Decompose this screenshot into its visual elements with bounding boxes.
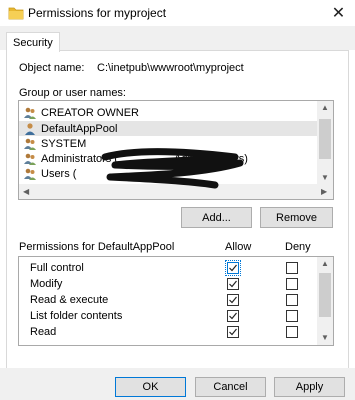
permissions-vertical-scrollbar[interactable]: ▲ ▼ bbox=[317, 257, 333, 345]
window-title: Permissions for myproject bbox=[28, 6, 167, 20]
table-row: Modify bbox=[19, 276, 317, 292]
user-list-vertical-scrollbar[interactable]: ▲ ▼ bbox=[317, 101, 333, 185]
scroll-down-icon[interactable]: ▼ bbox=[321, 333, 329, 342]
permission-name: Read bbox=[30, 326, 57, 338]
scroll-down-icon[interactable]: ▼ bbox=[321, 173, 329, 182]
scroll-thumb[interactable] bbox=[319, 119, 331, 159]
scroll-up-icon[interactable]: ▲ bbox=[321, 103, 329, 112]
remove-button[interactable]: Remove bbox=[260, 207, 333, 228]
scroll-left-icon[interactable]: ◀ bbox=[23, 187, 29, 196]
allow-checkbox[interactable] bbox=[227, 326, 239, 338]
deny-column-header: Deny bbox=[285, 241, 311, 253]
table-row: Read bbox=[19, 324, 317, 340]
table-row: Read & execute bbox=[19, 292, 317, 308]
allow-checkbox[interactable] bbox=[227, 294, 239, 306]
scroll-up-icon[interactable]: ▲ bbox=[321, 259, 329, 268]
deny-checkbox[interactable] bbox=[286, 310, 298, 322]
user-icon bbox=[25, 122, 35, 135]
group-icon bbox=[24, 138, 36, 150]
checkmark-icon bbox=[229, 280, 237, 288]
folder-icon bbox=[8, 7, 24, 20]
deny-checkbox[interactable] bbox=[286, 262, 298, 274]
allow-column-header: Allow bbox=[225, 241, 252, 253]
checkmark-icon bbox=[229, 328, 237, 336]
permissions-header: Permissions for DefaultAppPool bbox=[19, 241, 175, 253]
group-icon bbox=[24, 153, 36, 165]
apply-button[interactable]: Apply bbox=[274, 377, 345, 397]
user-name: DefaultAppPool bbox=[41, 122, 118, 135]
cancel-button[interactable]: Cancel bbox=[195, 377, 266, 397]
object-name-label: Object name: bbox=[19, 62, 85, 74]
deny-checkbox[interactable] bbox=[286, 326, 298, 338]
table-row: Full control bbox=[19, 260, 317, 276]
user-name: Users ( bbox=[41, 167, 77, 180]
add-button[interactable]: Add... bbox=[181, 207, 252, 228]
tab-security-label: Security bbox=[13, 36, 53, 49]
permission-name: Read & execute bbox=[30, 294, 109, 306]
group-user-names-label: Group or user names: bbox=[19, 87, 126, 99]
deny-checkbox[interactable] bbox=[286, 278, 298, 290]
allow-checkbox[interactable] bbox=[227, 278, 239, 290]
table-row: List folder contents bbox=[19, 308, 317, 324]
close-button[interactable]: ✕ bbox=[322, 0, 355, 26]
list-item[interactable]: DefaultAppPool bbox=[19, 121, 317, 136]
permissions-table: Full control Modify Read & execute List … bbox=[18, 256, 334, 346]
group-icon bbox=[24, 107, 36, 119]
allow-checkbox[interactable] bbox=[225, 260, 241, 276]
redaction-scribble bbox=[101, 148, 244, 189]
list-item[interactable]: CREATOR OWNER bbox=[19, 105, 317, 120]
user-name: CREATOR OWNER bbox=[41, 106, 139, 119]
deny-checkbox[interactable] bbox=[286, 294, 298, 306]
scroll-thumb[interactable] bbox=[319, 273, 331, 317]
group-icon bbox=[24, 168, 36, 180]
tab-security[interactable]: Security bbox=[6, 32, 60, 52]
close-icon: ✕ bbox=[331, 5, 346, 22]
permission-name: Modify bbox=[30, 278, 63, 290]
user-name: SYSTEM bbox=[41, 137, 87, 150]
scroll-right-icon[interactable]: ▶ bbox=[321, 187, 327, 196]
checkmark-icon bbox=[229, 312, 237, 320]
object-name-value: C:\inetpub\wwwroot\myproject bbox=[97, 62, 244, 74]
checkmark-icon bbox=[229, 296, 237, 304]
permission-name: Full control bbox=[30, 262, 84, 274]
checkmark-icon bbox=[229, 264, 237, 272]
allow-checkbox[interactable] bbox=[227, 310, 239, 322]
ok-button[interactable]: OK bbox=[115, 377, 186, 397]
permission-name: List folder contents bbox=[30, 310, 123, 322]
